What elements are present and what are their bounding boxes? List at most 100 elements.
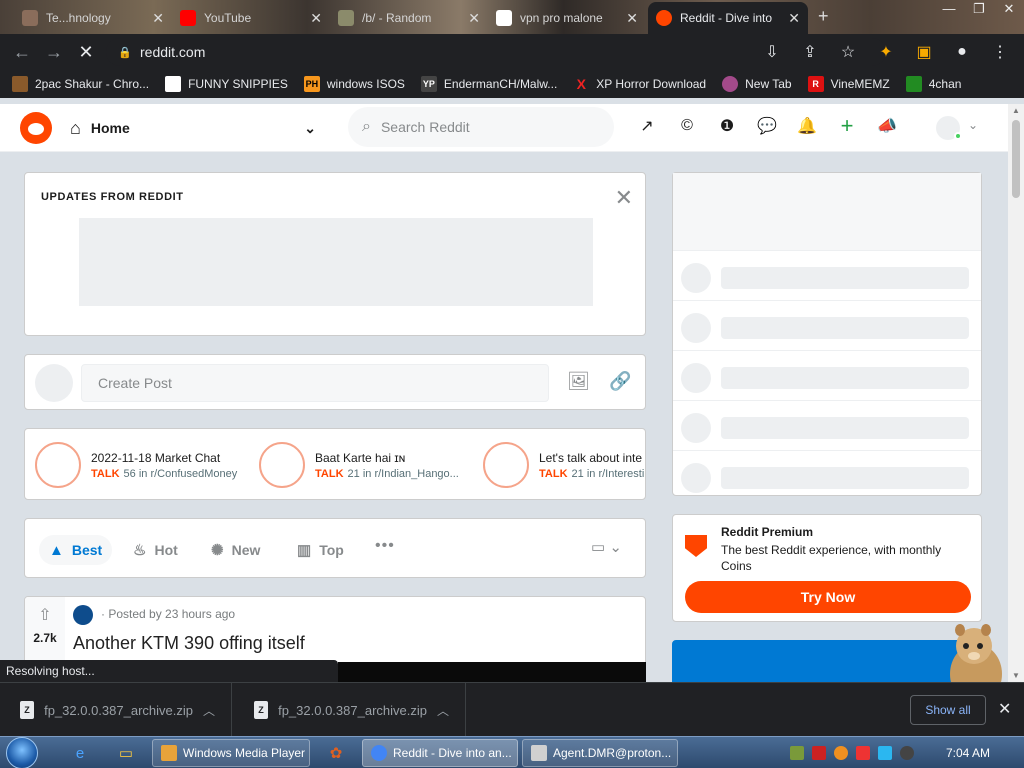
bookmark-item[interactable]: New Tab [722,76,792,92]
coins-icon[interactable]: © [676,115,698,137]
new-tab-icon[interactable]: + [818,6,829,27]
popular-icon[interactable]: ↗ [636,115,658,137]
tab-close-icon[interactable]: ✕ [788,10,800,27]
chat-icon[interactable]: 💬 [756,115,778,137]
file-explorer-icon[interactable]: ▭ [112,740,140,766]
layout-toggle-icon[interactable]: ▭ ⌄ [591,538,622,556]
browser-tab-active[interactable]: Reddit - Dive into ✕ [648,2,808,34]
user-avatar[interactable] [936,116,962,140]
minimize-icon[interactable]: — [934,0,964,20]
avatar[interactable] [35,364,73,402]
taskbar-clock[interactable]: 7:04 AM [946,746,990,760]
show-all-button[interactable]: Show all [910,695,986,725]
talk-item[interactable]: 2022-11-18 Market Chat TALK 56 in r/Confu… [27,439,243,491]
talk-title: Let's talk about inte [539,450,643,465]
bookmark-favicon-icon [722,76,739,92]
tab-title: Reddit - Dive into [680,11,773,25]
tab-close-icon[interactable]: ✕ [152,10,164,27]
install-app-icon[interactable]: ⇩ [756,36,788,68]
scrollbar-thumb[interactable] [1012,120,1020,198]
zip-file-icon: Z [254,701,269,719]
scroll-up-icon[interactable]: ▲ [1012,106,1020,115]
browser-tab[interactable]: /b/ - Random ✕ [330,2,488,34]
create-post-input[interactable]: Create Post [81,364,549,402]
talk-item[interactable]: Let's talk about inte TALK 21 in r/Intere… [475,439,645,491]
post-meta: · Posted by 23 hours ago [101,607,236,621]
download-item[interactable]: Z fp_32.0.0.387_archive.zip ︿ [0,683,232,737]
forward-arrow-icon[interactable]: → [38,36,70,68]
extensions-icon[interactable]: ✦ [870,36,902,68]
post-title[interactable]: Another KTM 390 offing itself [73,633,305,654]
side-panel-icon[interactable]: ▣ [908,36,940,68]
scroll-down-icon[interactable]: ▼ [1012,671,1020,680]
lock-icon: 🔒 [118,47,132,59]
bookmark-item[interactable]: R VineMEMZ [807,76,890,92]
app-icon[interactable]: ✿ [322,740,350,766]
google-favicon-icon [496,10,512,26]
zip-file-icon: Z [20,701,35,719]
bookmark-item[interactable]: PH windows ISOS [303,76,405,92]
user-menu-chevron-icon[interactable]: ⌄ [968,118,978,132]
tab-close-icon[interactable]: ✕ [626,10,638,27]
tray-volume-icon[interactable] [900,746,914,760]
close-window-icon[interactable]: ✕ [994,0,1024,20]
chevron-up-icon[interactable]: ︿ [203,702,215,719]
more-options-icon[interactable]: ••• [375,537,395,555]
browser-menu-icon[interactable]: ⋮ [984,36,1016,68]
link-icon[interactable]: 🔗 [609,371,631,392]
taskbar-task-active[interactable]: Reddit - Dive into an... [362,739,518,767]
tray-flag-icon[interactable] [856,746,870,760]
bookmark-favicon-icon: YP [420,76,437,92]
share-icon[interactable]: ⇪ [794,36,826,68]
bookmark-item[interactable]: FUNNY SNIPPIES [165,76,288,92]
notifications-bell-icon[interactable]: 🔔 [796,115,818,137]
subreddit-icon[interactable] [73,605,93,625]
try-now-button[interactable]: Try Now [685,581,971,613]
bookmark-item[interactable]: 4chan [905,76,961,92]
back-arrow-icon[interactable]: ← [6,36,38,68]
page-scrollbar[interactable]: ▲ ▼ [1008,104,1024,682]
taskbar-task[interactable]: Agent.DMR@proton... [522,739,678,767]
taskbar-task[interactable]: Windows Media Player [152,739,310,767]
tray-app-icon[interactable] [790,746,804,760]
tray-v-icon[interactable] [812,746,826,760]
start-button[interactable] [6,737,38,768]
sort-best-button[interactable]: ▲ Best [39,535,113,565]
sort-hot-button[interactable]: ♨ Hot [123,535,188,565]
bookmark-item[interactable]: 2pac Shakur - Chro... [12,76,149,92]
image-upload-icon[interactable]: 🖼 [567,371,590,392]
browser-tab[interactable]: YouTube ✕ [172,2,330,34]
task-label: Reddit - Dive into an... [393,746,512,760]
bookmark-item[interactable]: X XP Horror Download [573,76,707,92]
sort-bar: ▲ Best ♨ Hot ✺ New ▥ Top ••• ▭ ⌄ [24,518,646,578]
create-post-plus-icon[interactable]: + [836,113,858,138]
talk-icon[interactable]: ❶ [716,115,738,137]
search-input[interactable]: ⌕ Search Reddit [348,107,614,147]
internet-explorer-icon[interactable]: e [66,740,94,766]
tab-close-icon[interactable]: ✕ [310,10,322,27]
browser-tab[interactable]: Te...hnology ✕ [14,2,172,34]
talk-item[interactable]: Baat Karte hai ɪɴ TALK 21 in r/Indian_Han… [251,439,467,491]
browser-tab[interactable]: vpn pro malone ✕ [488,2,646,34]
reddit-logo-icon[interactable] [20,112,52,144]
maximize-icon[interactable]: ❐ [964,0,994,20]
sort-new-button[interactable]: ✺ New [201,535,270,565]
close-icon[interactable]: ✕ [615,185,633,211]
advertise-megaphone-icon[interactable]: 📣 [876,115,898,137]
task-label: Windows Media Player [183,746,306,760]
stop-loading-icon[interactable]: ✕ [70,36,102,68]
bookmark-star-icon[interactable]: ☆ [832,36,864,68]
tab-close-icon[interactable]: ✕ [468,10,480,27]
tray-network-icon[interactable] [878,746,892,760]
close-shelf-icon[interactable]: ✕ [998,699,1011,719]
system-tray [790,737,914,768]
chevron-up-icon[interactable]: ︿ [437,702,449,719]
bookmark-item[interactable]: YP EndermanCH/Malw... [420,76,557,92]
upvote-arrow-icon[interactable]: ⇧ [38,605,51,625]
download-filename: fp_32.0.0.387_archive.zip [278,702,427,718]
home-dropdown[interactable]: ⌂ Home ⌄ [70,114,320,142]
download-item[interactable]: Z fp_32.0.0.387_archive.zip ︿ [234,683,466,737]
sort-top-button[interactable]: ▥ Top [287,535,354,565]
tray-search-icon[interactable] [834,746,848,760]
profile-icon[interactable]: ● [946,36,978,68]
